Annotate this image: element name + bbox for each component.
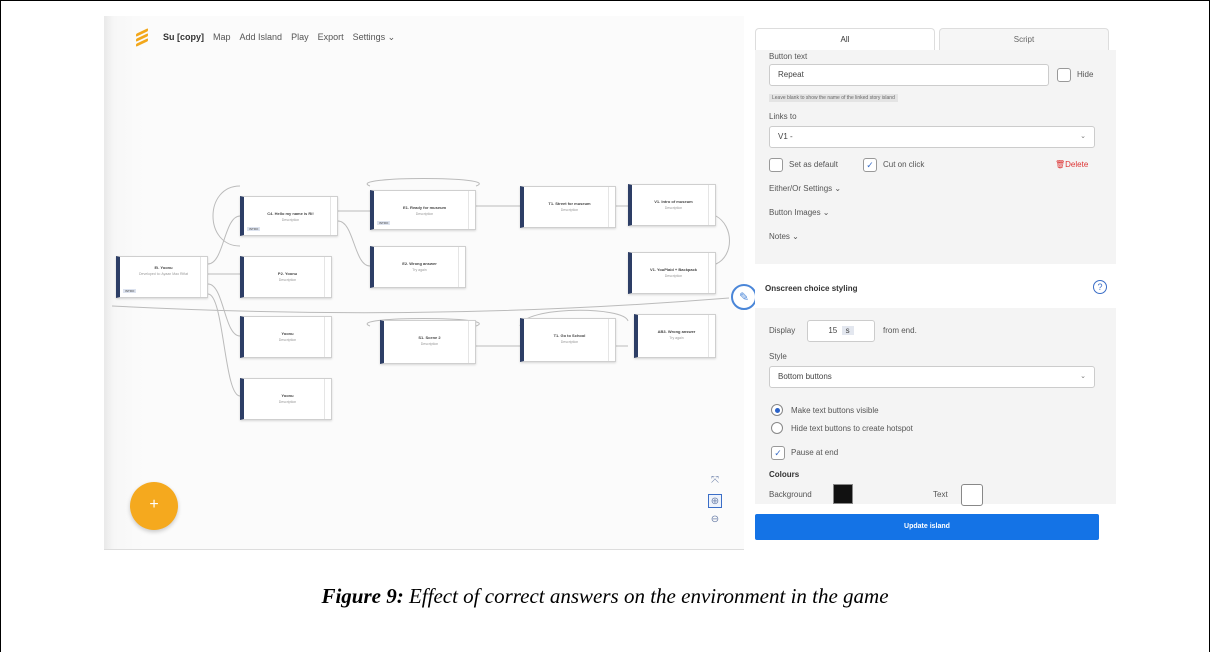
chevron-down-icon: ⌄ [1080,373,1086,380]
background-colour-swatch[interactable] [833,484,853,504]
figure-number: Figure 9: [321,584,404,608]
node-ab3[interactable]: AB3. Wrong answer Try again [634,314,716,358]
make-text-visible-label: Make text buttons visible [791,406,879,415]
text-colour-swatch[interactable] [961,484,983,506]
make-text-visible-radio[interactable] [771,404,783,416]
zoom-out-icon[interactable]: ⊖ [708,513,722,527]
colours-label: Colours [769,470,800,479]
cut-on-click-checkbox[interactable]: ✓ [863,158,877,172]
node-p2[interactable]: P2. Yoonu Description [240,256,332,298]
node-t1-school[interactable]: T1. Go to School Description [520,318,616,362]
node-t1-street[interactable]: T1. Street for museum Description [520,186,616,228]
island-settings-panel: All Script Button text Repeat Hide Leave… [755,16,1116,552]
text-colour-label: Text [933,490,948,499]
hide-text-hotspot-label: Hide text buttons to create hotspot [791,424,913,433]
node-v1-intro[interactable]: V1. Intro of museum Description [628,184,716,226]
hide-checkbox[interactable] [1057,68,1071,82]
background-colour-label: Background [769,490,812,499]
help-icon[interactable]: ? [1093,280,1107,294]
set-default-label: Set as default [789,160,838,169]
node-start[interactable]: Ei. Yoonu Developed to: Ayaan Mao Rifiat… [116,256,208,298]
caption-text: Effect of correct answers on the environ… [403,584,889,608]
button-text-hint: Leave blank to show the name of the link… [769,94,898,102]
node-e2[interactable]: E2. Wrong answer Try again [370,246,466,288]
trash-icon: 🗑 [1055,160,1066,169]
panel-tabs: All Script [755,28,1116,50]
style-label: Style [769,352,787,361]
zoom-in-icon[interactable]: ⊕ [708,494,722,508]
add-island-fab[interactable]: + [130,482,178,530]
node-c4[interactable]: C4. Hello my name is Ri! Description INT… [240,196,338,236]
node-yoonu-a[interactable]: Yoonu Description [240,316,332,358]
node-v1-backpack[interactable]: V1. YouPlaid + Backpack Description [628,252,716,294]
chevron-down-icon: ⌄ [1080,133,1086,140]
hide-text-hotspot-radio[interactable] [771,422,783,434]
button-images-toggle[interactable]: Button Images ⌄ [769,208,830,217]
node-e1[interactable]: E1. Ready for museum Description INTRO [370,190,476,230]
plus-icon: + [149,496,159,513]
button-text-input[interactable]: Repeat [769,64,1049,86]
links-to-select[interactable]: V1 - ⌄ [769,126,1095,148]
hide-label: Hide [1077,70,1094,79]
tab-script[interactable]: Script [939,28,1109,50]
set-default-checkbox[interactable] [769,158,783,172]
app-screenshot: Su [copy] Map Add Island Play Export Set… [104,16,1116,552]
notes-toggle[interactable]: Notes ⌄ [769,232,799,241]
either-or-settings-toggle[interactable]: Either/Or Settings ⌄ [769,184,841,193]
tab-all[interactable]: All [755,28,935,50]
onscreen-choice-title: Onscreen choice styling [765,284,858,293]
delete-link-button[interactable]: 🗑Delete [1055,160,1088,169]
button-settings-section: Button text Repeat Hide Leave blank to s… [755,50,1116,264]
node-s1[interactable]: S1. Scene 2 Description [380,320,476,364]
links-to-label: Links to [769,112,797,121]
node-yoonu-b[interactable]: Yoonu Description [240,378,332,420]
fit-screen-icon[interactable]: ⤧ [708,474,722,488]
display-label: Display [769,326,796,335]
pause-at-end-label: Pause at end [791,448,839,457]
onscreen-styling-section: Display 15 s from end. Style Bottom butt… [755,308,1116,506]
from-end-label: from end. [883,326,917,335]
display-seconds-input[interactable]: 15 s [807,320,875,342]
style-select[interactable]: Bottom buttons ⌄ [769,366,1095,388]
story-map-canvas[interactable]: Su [copy] Map Add Island Play Export Set… [104,16,744,550]
figure-caption: Figure 9: Effect of correct answers on t… [0,584,1210,609]
pause-at-end-checkbox[interactable]: ✓ [771,446,785,460]
update-island-button[interactable]: Update island [755,514,1099,540]
button-text-label: Button text [769,52,808,61]
edit-pencil-icon[interactable]: ✎ [731,284,757,310]
cut-on-click-label: Cut on click [883,160,925,169]
